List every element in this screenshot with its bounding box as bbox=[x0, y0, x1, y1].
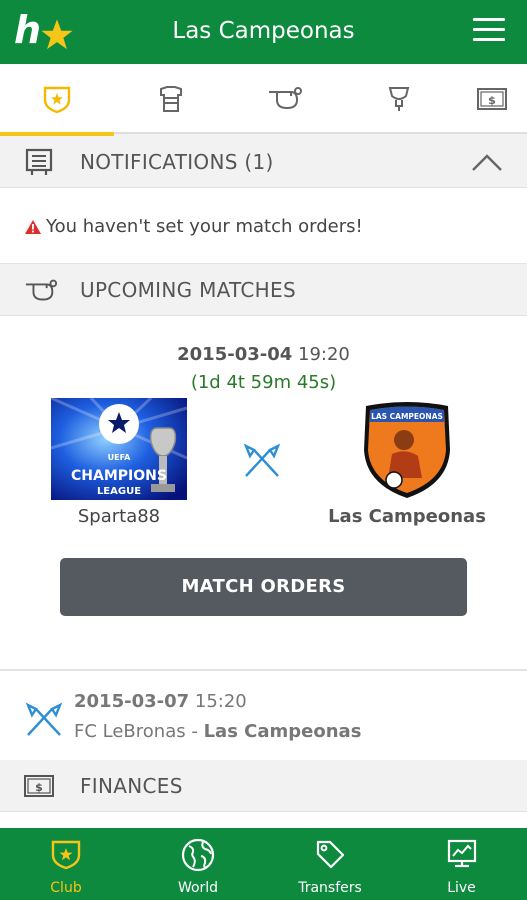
away-team-crest[interactable]: LAS CAMPEONAS bbox=[360, 400, 454, 500]
finances-header[interactable]: $ FINANCES bbox=[0, 760, 527, 812]
match-countdown: (1d 4t 59m 45s) bbox=[190, 372, 337, 393]
bottom-navigation: Club World Transfers Live bbox=[0, 828, 527, 900]
nav-club-label: Club bbox=[50, 880, 82, 896]
club-badge-icon bbox=[51, 840, 81, 870]
away-team-name[interactable]: Las Campeonas bbox=[300, 506, 514, 527]
upcoming-matches-title: UPCOMING MATCHES bbox=[80, 278, 296, 302]
upcoming-matches-header: UPCOMING MATCHES bbox=[0, 264, 527, 316]
finances-title: FINANCES bbox=[80, 774, 183, 798]
nav-world-label: World bbox=[177, 880, 219, 896]
notification-item[interactable]: You haven't set your match orders! bbox=[24, 216, 363, 237]
whistle-icon bbox=[269, 87, 302, 110]
tab-squad[interactable] bbox=[114, 64, 228, 134]
away-crest-text: LAS CAMPEONAS bbox=[371, 412, 443, 421]
home-team-crest[interactable]: UEFA CHAMPIONS LEAGUE bbox=[51, 398, 187, 500]
next-match-datetime: 2015-03-07 15:20 bbox=[74, 691, 247, 712]
nav-transfers-label: Transfers bbox=[298, 880, 362, 896]
tag-icon bbox=[316, 840, 345, 869]
home-team-name[interactable]: Sparta88 bbox=[51, 506, 187, 527]
nav-live[interactable]: Live bbox=[396, 828, 527, 900]
money-icon: $ bbox=[476, 88, 507, 110]
match-date: 2015-03-04 bbox=[177, 344, 293, 365]
notifications-header[interactable]: NOTIFICATIONS (1) bbox=[0, 136, 527, 188]
hamburger-menu-icon[interactable] bbox=[473, 18, 505, 44]
notifications-panel: You haven't set your match orders! bbox=[0, 188, 527, 264]
tab-trophies[interactable] bbox=[342, 64, 456, 134]
match-time: 19:20 bbox=[298, 344, 350, 365]
whistle-icon bbox=[25, 279, 58, 301]
trophy-icon bbox=[388, 87, 410, 111]
crossed-flags-icon bbox=[25, 702, 63, 736]
next-match-away: Las Campeonas bbox=[203, 721, 362, 742]
globe-icon bbox=[181, 838, 215, 872]
tab-matches[interactable] bbox=[228, 64, 342, 134]
nav-club[interactable]: Club bbox=[0, 828, 132, 900]
chevron-up-icon[interactable] bbox=[471, 152, 503, 172]
nav-transfers[interactable]: Transfers bbox=[264, 828, 396, 900]
tab-club[interactable] bbox=[0, 64, 114, 136]
next-match-time: 15:20 bbox=[194, 691, 247, 712]
match-orders-button[interactable]: MATCH ORDERS bbox=[60, 558, 467, 616]
nav-world[interactable]: World bbox=[132, 828, 264, 900]
match-datetime: 2015-03-04 19:20 bbox=[0, 344, 527, 365]
crest-text-league: LEAGUE bbox=[97, 486, 141, 497]
app-bar: h Las Campeonas bbox=[0, 0, 527, 64]
crossed-flags-icon bbox=[243, 443, 281, 477]
tab-finances[interactable]: $ bbox=[456, 64, 527, 134]
notification-board-icon bbox=[25, 148, 53, 175]
club-badge-icon bbox=[43, 86, 71, 114]
svg-text:$: $ bbox=[488, 94, 496, 107]
next-match-row[interactable]: 2015-03-07 15:20 FC LeBronas - Las Campe… bbox=[0, 670, 527, 760]
notifications-title: NOTIFICATIONS (1) bbox=[80, 150, 274, 174]
crest-text-uefa: UEFA bbox=[108, 453, 132, 462]
next-match-separator: - bbox=[185, 721, 204, 742]
next-match-date: 2015-03-07 bbox=[74, 691, 190, 712]
money-icon: $ bbox=[24, 775, 54, 797]
next-match-teams: FC LeBronas - Las Campeonas bbox=[74, 721, 361, 742]
finances-panel bbox=[0, 812, 527, 832]
tv-chart-icon bbox=[447, 839, 476, 868]
next-match-home: FC LeBronas bbox=[74, 721, 186, 742]
section-tabs: $ bbox=[0, 64, 527, 136]
page-title: Las Campeonas bbox=[172, 18, 355, 44]
notification-message: You haven't set your match orders! bbox=[46, 216, 363, 237]
crest-text-champions: CHAMPIONS bbox=[71, 468, 167, 484]
svg-text:$: $ bbox=[35, 781, 43, 794]
warning-icon bbox=[25, 219, 41, 234]
jersey-icon bbox=[160, 86, 182, 112]
nav-live-label: Live bbox=[447, 880, 476, 896]
featured-match-card: 2015-03-04 19:20 (1d 4t 59m 45s) UEFA CH… bbox=[0, 316, 527, 670]
